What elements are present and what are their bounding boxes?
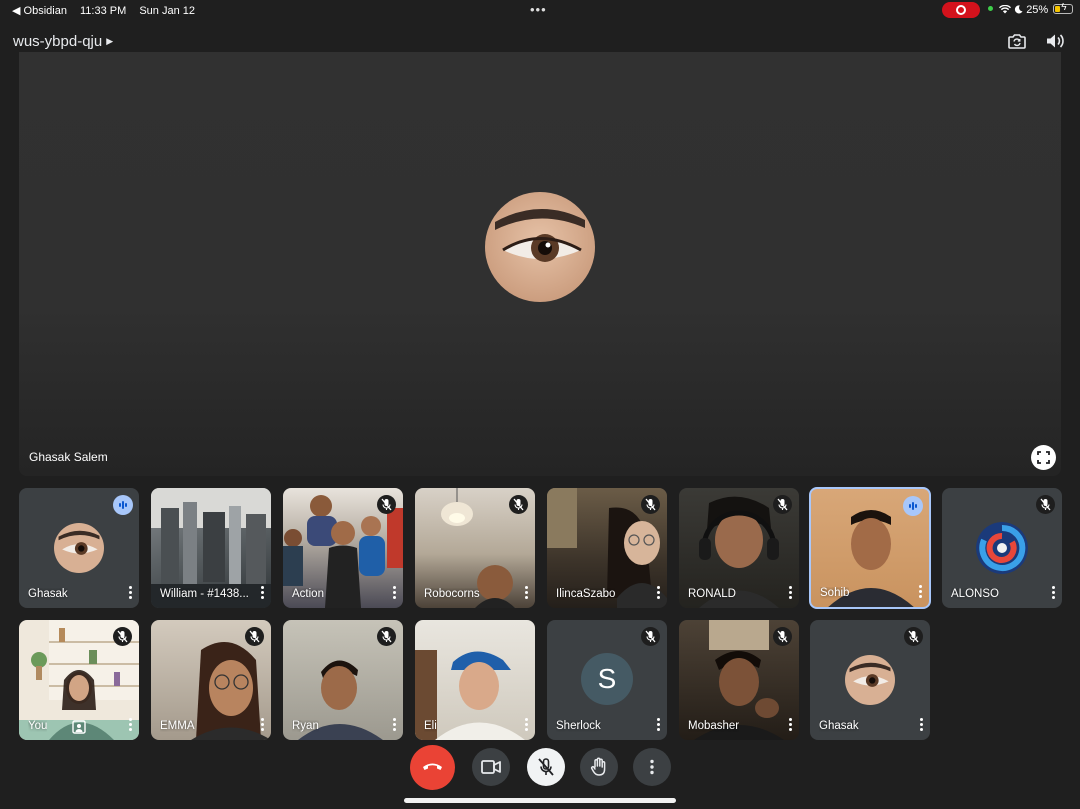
participant-avatar <box>976 522 1028 574</box>
self-view-tile[interactable]: You <box>19 620 139 740</box>
participant-name: EMMA <box>160 720 195 732</box>
more-options-icon[interactable] <box>787 718 793 732</box>
more-options-icon[interactable] <box>127 718 133 732</box>
battery-charging-icon <box>1053 2 1074 14</box>
participant-tile[interactable]: Mobasher <box>679 620 799 740</box>
participant-name: IlincaSzabo <box>556 588 616 600</box>
muted-mic-icon <box>245 627 264 646</box>
main-video-stage[interactable]: Ghasak Salem <box>19 52 1061 476</box>
participant-tile[interactable]: ALONSO <box>942 488 1062 608</box>
participant-tile[interactable]: Action <box>283 488 403 608</box>
multitasking-dots-icon[interactable]: ••• <box>530 2 547 17</box>
more-options-icon[interactable] <box>391 586 397 600</box>
raise-hand-button[interactable] <box>580 748 618 786</box>
participant-name: Ghasak <box>28 588 68 600</box>
participant-tile[interactable]: William - #1438... <box>151 488 271 608</box>
more-options-icon[interactable] <box>391 718 397 732</box>
participant-name: Robocorns <box>424 588 480 600</box>
hand-icon <box>590 757 606 776</box>
status-bar: ◀ Obsidian 11:33 PM Sun Jan 12 ••• 25% <box>0 0 1080 20</box>
more-options-icon[interactable] <box>259 718 265 732</box>
participant-avatar <box>54 523 104 573</box>
muted-mic-icon <box>641 495 660 514</box>
featured-participant-name: Ghasak Salem <box>29 450 108 464</box>
more-options-icon[interactable] <box>655 718 661 732</box>
screen-recording-icon[interactable] <box>942 2 980 18</box>
muted-mic-icon <box>113 627 132 646</box>
more-options-icon[interactable] <box>1050 586 1056 600</box>
participant-name: RONALD <box>688 588 736 600</box>
chevron-right-icon: ▶ <box>106 36 114 46</box>
status-indicators: 25% <box>988 2 1074 16</box>
participant-name: Eli <box>424 720 437 732</box>
muted-mic-icon <box>904 627 923 646</box>
participant-name: Action <box>292 588 324 600</box>
more-options-icon[interactable] <box>523 586 529 600</box>
participant-tile-active-speaker[interactable]: Sohib <box>809 487 931 609</box>
participant-name: Mobasher <box>688 720 740 732</box>
participant-tile[interactable]: IlincaSzabo <box>547 488 667 608</box>
speaker-volume-icon[interactable] <box>1044 30 1066 52</box>
leave-call-button[interactable] <box>410 745 455 790</box>
participant-tile[interactable]: Robocorns <box>415 488 535 608</box>
featured-participant-avatar <box>485 192 595 302</box>
participant-name: Ghasak <box>819 720 859 732</box>
participant-tile[interactable]: Ghasak <box>810 620 930 740</box>
meeting-code: wus-ybpd-qju <box>13 33 103 50</box>
home-indicator[interactable] <box>404 798 676 803</box>
more-options-icon[interactable] <box>787 586 793 600</box>
muted-mic-icon <box>509 495 528 514</box>
participant-name: ALONSO <box>951 588 999 600</box>
participant-name: William - #1438... <box>160 588 249 600</box>
more-options-icon[interactable] <box>523 718 529 732</box>
more-options-icon[interactable] <box>918 718 924 732</box>
speaking-indicator-icon <box>903 496 923 516</box>
video-camera-icon <box>481 760 501 774</box>
muted-mic-icon <box>377 495 396 514</box>
camera-in-use-dot-icon <box>988 6 993 11</box>
participant-tile[interactable]: EMMA <box>151 620 271 740</box>
more-vert-icon <box>650 759 654 775</box>
switch-camera-icon[interactable] <box>1006 30 1028 52</box>
muted-mic-icon <box>641 627 660 646</box>
muted-mic-icon <box>377 627 396 646</box>
camera-toggle-button[interactable] <box>472 748 510 786</box>
muted-mic-icon <box>773 627 792 646</box>
microphone-toggle-button[interactable] <box>527 748 565 786</box>
participant-name: You <box>28 720 48 732</box>
participant-tile[interactable]: Eli <box>415 620 535 740</box>
fullscreen-icon <box>1037 451 1050 464</box>
end-call-icon <box>423 763 442 770</box>
more-options-button[interactable] <box>633 748 671 786</box>
status-time: 11:33 PM <box>80 5 127 17</box>
speaking-indicator-icon <box>113 495 133 515</box>
more-options-icon[interactable] <box>259 586 265 600</box>
back-to-app-link[interactable]: ◀ Obsidian <box>12 5 67 17</box>
mic-off-icon <box>538 758 554 776</box>
do-not-disturb-moon-icon <box>1015 5 1023 14</box>
muted-mic-icon <box>1036 495 1055 514</box>
participant-avatar <box>845 655 895 705</box>
participant-name: Ryan <box>292 720 319 732</box>
more-options-icon[interactable] <box>127 586 133 600</box>
meeting-code-button[interactable]: wus-ybpd-qju ▶ <box>13 33 113 50</box>
wifi-icon <box>999 4 1012 14</box>
muted-mic-icon <box>773 495 792 514</box>
participant-name: Sohib <box>820 587 850 599</box>
participant-initial-avatar: S <box>581 653 633 705</box>
more-options-icon[interactable] <box>655 586 661 600</box>
participant-tile[interactable]: Ghasak <box>19 488 139 608</box>
participant-tile[interactable]: Ryan <box>283 620 403 740</box>
more-options-icon[interactable] <box>917 585 923 599</box>
participant-name: Sherlock <box>556 720 601 732</box>
reframe-icon[interactable] <box>72 720 86 734</box>
participant-tile[interactable]: RONALD <box>679 488 799 608</box>
battery-percent: 25% <box>1026 4 1049 16</box>
participant-tile[interactable]: S Sherlock <box>547 620 667 740</box>
status-date: Sun Jan 12 <box>139 5 195 17</box>
fullscreen-button[interactable] <box>1031 445 1056 470</box>
